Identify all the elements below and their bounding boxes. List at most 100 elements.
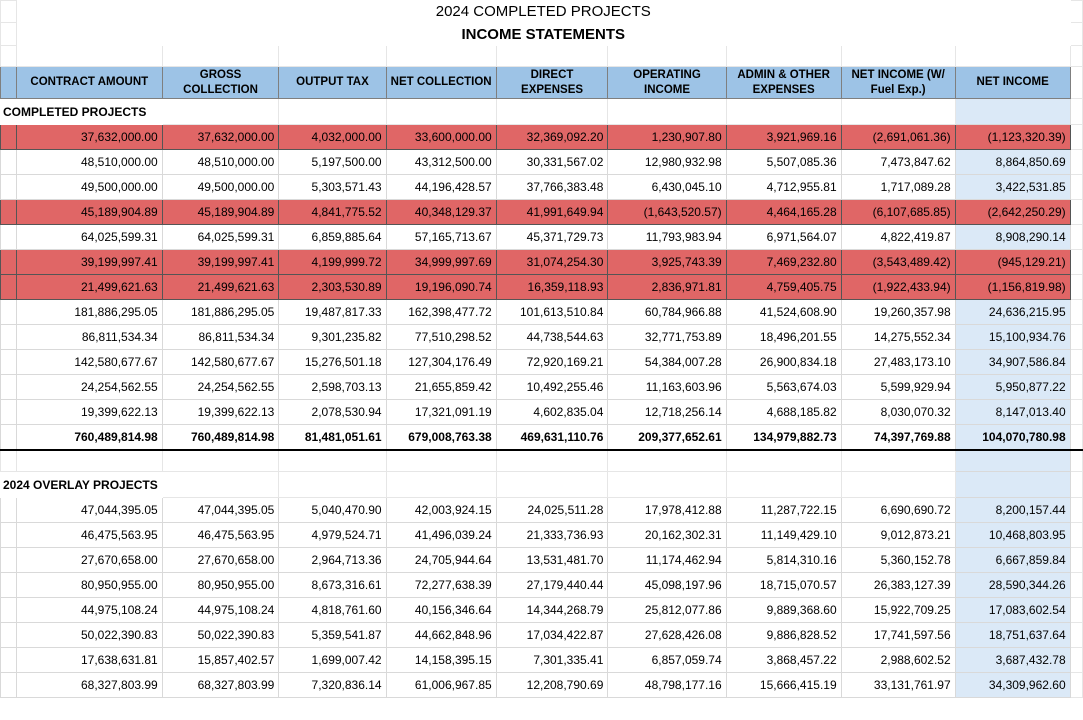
cell-operating-income[interactable]: 1,230,907.80 — [607, 124, 727, 150]
cell-blank[interactable] — [1069, 45, 1083, 67]
cell-direct-expenses[interactable]: 30,331,567.02 — [495, 149, 609, 175]
cell-net-income[interactable]: 10,468,803.95 — [954, 522, 1071, 548]
cell-net-income-fuel[interactable]: 17,741,597.56 — [840, 622, 956, 648]
cell-contract-amount[interactable]: 50,022,390.83 — [15, 622, 163, 648]
cell-operating-income[interactable]: 2,836,971.81 — [607, 274, 727, 300]
cell-contract-amount[interactable]: 17,638,631.81 — [15, 647, 163, 673]
cell-net-collection[interactable]: 40,348,129.37 — [385, 199, 497, 225]
cell-net-income-fuel[interactable]: 19,260,357.98 — [840, 299, 956, 325]
cell-net-income[interactable]: 6,667,859.84 — [954, 547, 1071, 573]
cell-direct-expenses[interactable]: 101,613,510.84 — [495, 299, 609, 325]
cell-blank[interactable] — [1069, 399, 1083, 425]
cell-admin-other-expenses[interactable]: 5,563,674.03 — [725, 374, 842, 400]
cell-admin-other-expenses[interactable]: 18,715,070.57 — [725, 572, 842, 598]
cell-net-income[interactable]: 104,070,780.98 — [954, 424, 1071, 451]
cell-direct-expenses[interactable]: 10,492,255.46 — [495, 374, 609, 400]
cell-blank[interactable] — [495, 98, 609, 125]
cell-operating-income[interactable]: 32,771,753.89 — [607, 324, 727, 350]
cell-blank[interactable] — [954, 449, 1071, 472]
cell-blank[interactable] — [1069, 522, 1083, 548]
cell-blank[interactable] — [385, 449, 497, 472]
cell-gross-collection[interactable]: 27,670,658.00 — [161, 547, 280, 573]
row-stub-cell[interactable] — [0, 224, 17, 250]
header-stub-cell[interactable] — [0, 66, 17, 99]
cell-blank[interactable] — [1069, 124, 1083, 150]
cell-contract-amount[interactable]: 46,475,563.95 — [15, 522, 163, 548]
cell-direct-expenses[interactable]: 17,034,422.87 — [495, 622, 609, 648]
cell-blank[interactable] — [1069, 672, 1083, 698]
cell-blank[interactable] — [278, 471, 387, 498]
cell-blank[interactable] — [725, 98, 842, 125]
cell-blank[interactable] — [1069, 547, 1083, 573]
cell-net-income-fuel[interactable]: 26,383,127.39 — [840, 572, 956, 598]
cell-blank[interactable] — [161, 449, 280, 472]
cell-gross-collection[interactable]: 47,044,395.05 — [161, 497, 280, 523]
cell-blank[interactable] — [725, 45, 842, 67]
cell-contract-amount[interactable]: 47,044,395.05 — [15, 497, 163, 523]
cell-net-income-fuel[interactable]: 27,483,173.10 — [840, 349, 956, 375]
cell-output-tax[interactable]: 4,818,761.60 — [278, 597, 387, 623]
cell-output-tax[interactable]: 7,320,836.14 — [278, 672, 387, 698]
row-stub-cell[interactable] — [0, 174, 17, 200]
row-stub-cell[interactable] — [0, 124, 17, 150]
cell-blank[interactable] — [495, 449, 609, 472]
cell-admin-other-expenses[interactable]: 11,149,429.10 — [725, 522, 842, 548]
cell-output-tax[interactable]: 2,303,530.89 — [278, 274, 387, 300]
cell-direct-expenses[interactable]: 24,025,511.28 — [495, 497, 609, 523]
cell-gross-collection[interactable]: 44,975,108.24 — [161, 597, 280, 623]
cell-net-income-fuel[interactable]: 33,131,761.97 — [840, 672, 956, 698]
cell-net-collection[interactable]: 44,196,428.57 — [385, 174, 497, 200]
cell-contract-amount[interactable]: 44,975,108.24 — [15, 597, 163, 623]
cell-net-collection[interactable]: 127,304,176.49 — [385, 349, 497, 375]
cell-contract-amount[interactable]: 760,489,814.98 — [15, 424, 163, 451]
row-stub-cell[interactable] — [0, 672, 17, 698]
cell-gross-collection[interactable]: 39,199,997.41 — [161, 249, 280, 275]
cell-operating-income[interactable]: 60,784,966.88 — [607, 299, 727, 325]
cell-operating-income[interactable]: 17,978,412.88 — [607, 497, 727, 523]
cell-operating-income[interactable]: 6,430,045.10 — [607, 174, 727, 200]
cell-gross-collection[interactable]: 68,327,803.99 — [161, 672, 280, 698]
cell-direct-expenses[interactable]: 45,371,729.73 — [495, 224, 609, 250]
cell-blank[interactable] — [840, 98, 956, 125]
cell-net-income[interactable]: 3,422,531.85 — [954, 174, 1071, 200]
cell-net-income-fuel[interactable]: 14,275,552.34 — [840, 324, 956, 350]
cell-blank[interactable] — [840, 45, 956, 67]
cell-net-income-fuel[interactable]: (2,691,061.36) — [840, 124, 956, 150]
cell-output-tax[interactable]: 6,859,885.64 — [278, 224, 387, 250]
cell-contract-amount[interactable]: 49,500,000.00 — [15, 174, 163, 200]
row-stub-cell[interactable] — [0, 622, 17, 648]
cell-blank[interactable] — [15, 449, 163, 472]
cell-blank[interactable] — [1069, 199, 1083, 225]
cell-net-income[interactable]: (1,123,320.39) — [954, 124, 1071, 150]
cell-gross-collection[interactable]: 64,025,599.31 — [161, 224, 280, 250]
cell-contract-amount[interactable]: 48,510,000.00 — [15, 149, 163, 175]
cell-blank[interactable] — [1069, 449, 1083, 472]
cell-blank[interactable] — [840, 449, 956, 472]
cell-net-collection[interactable]: 19,196,090.74 — [385, 274, 497, 300]
row-stub-cell[interactable] — [0, 597, 17, 623]
row-stub-cell[interactable] — [0, 299, 17, 325]
cell-net-income-fuel[interactable]: 8,030,070.32 — [840, 399, 956, 425]
cell-blank[interactable] — [607, 98, 727, 125]
cell-net-income[interactable]: 8,908,290.14 — [954, 224, 1071, 250]
row-stub-cell[interactable] — [0, 522, 17, 548]
cell-output-tax[interactable]: 5,359,541.87 — [278, 622, 387, 648]
row-stub-cell[interactable] — [0, 349, 17, 375]
cell-blank[interactable] — [1069, 274, 1083, 300]
cell-net-collection[interactable]: 72,277,638.39 — [385, 572, 497, 598]
cell-blank[interactable] — [607, 45, 727, 67]
cell-blank[interactable] — [725, 471, 842, 498]
cell-operating-income[interactable]: 20,162,302.31 — [607, 522, 727, 548]
cell-output-tax[interactable]: 5,040,470.90 — [278, 497, 387, 523]
row-stub-cell[interactable] — [0, 149, 17, 175]
cell-operating-income[interactable]: 209,377,652.61 — [607, 424, 727, 451]
cell-direct-expenses[interactable]: 27,179,440.44 — [495, 572, 609, 598]
cell-net-income-fuel[interactable]: 15,922,709.25 — [840, 597, 956, 623]
row-stub-cell[interactable] — [0, 497, 17, 523]
cell-operating-income[interactable]: 3,925,743.39 — [607, 249, 727, 275]
cell-net-collection[interactable]: 679,008,763.38 — [385, 424, 497, 451]
cell-blank[interactable] — [1069, 249, 1083, 275]
cell-blank[interactable] — [495, 45, 609, 67]
cell-net-income-fuel[interactable]: 1,717,089.28 — [840, 174, 956, 200]
cell-admin-other-expenses[interactable]: 26,900,834.18 — [725, 349, 842, 375]
